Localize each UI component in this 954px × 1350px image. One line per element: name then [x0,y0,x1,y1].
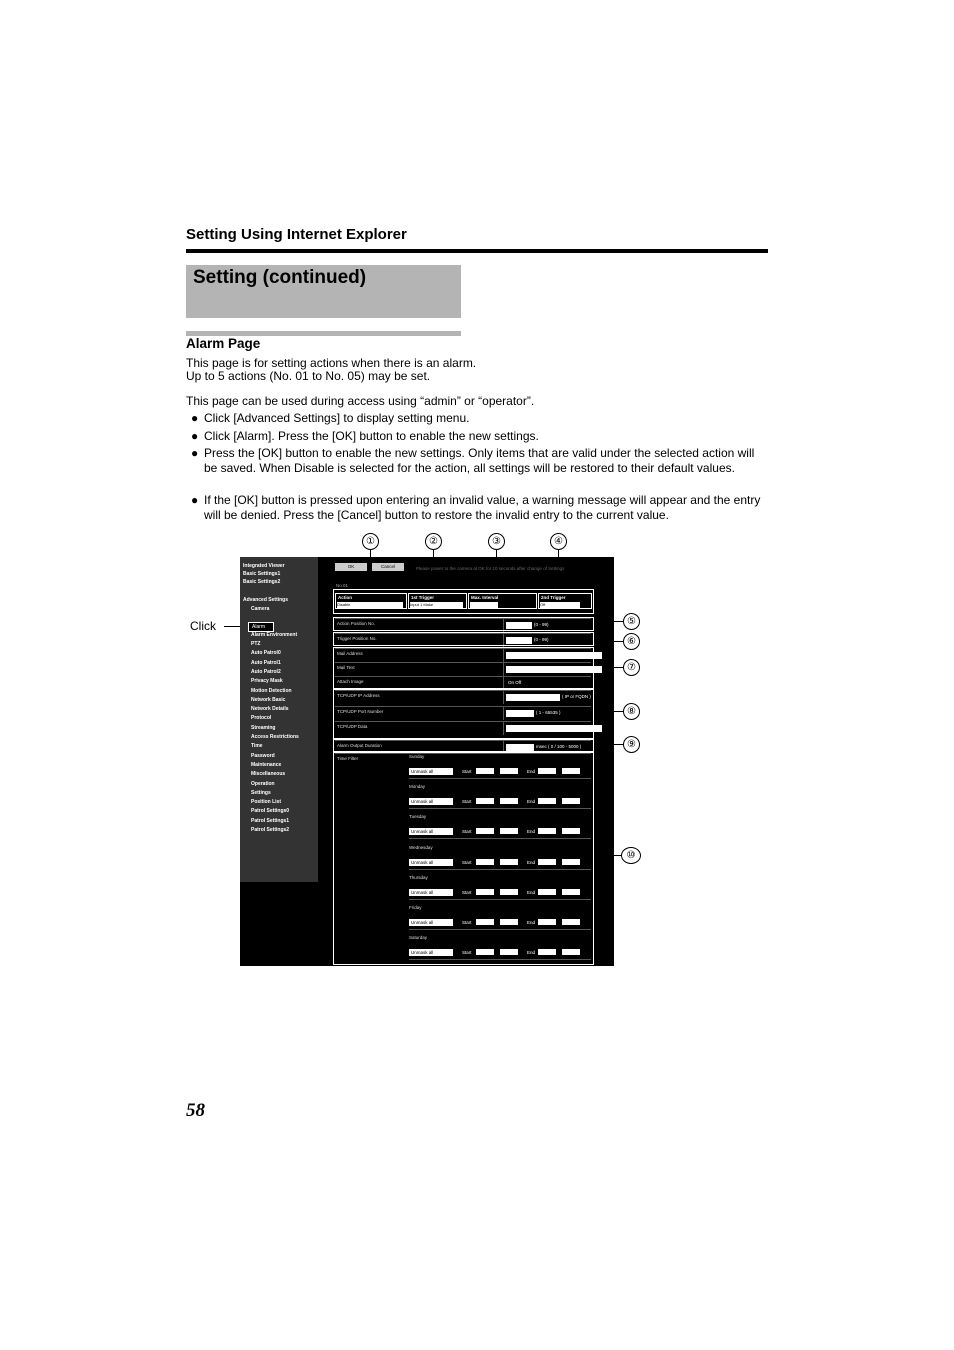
box-5 [333,617,594,631]
nav-item[interactable]: Auto Patrol2 [251,669,281,675]
header-select[interactable]: Off [540,602,580,607]
nav-item[interactable]: Patrol Settings0 [251,808,289,814]
nav-alarm-environment[interactable]: Alarm Environment [251,632,297,638]
header-rule [186,249,768,253]
click-label: Click [190,619,216,633]
nav-basic-settings2[interactable]: Basic Settings2 [243,579,280,585]
nav-item[interactable]: Access Restrictions [251,734,299,740]
nav-item[interactable]: PTZ [251,641,260,647]
header-select[interactable]: Disable [337,602,403,607]
box-8 [333,689,594,739]
callout-2: ② [425,533,442,550]
intro-line-1: This page is for setting actions when th… [186,356,477,370]
nav-integrated-viewer[interactable]: Integrated Viewer [243,563,285,569]
cancel-button[interactable]: Cancel [372,563,404,571]
nav-item[interactable]: Maintenance [251,762,281,768]
title-box: Setting (continued) [186,265,461,318]
callout-1: ① [362,533,379,550]
callout-7: ⑦ [623,659,640,676]
nav-item[interactable]: Miscellaneous [251,771,285,777]
nav-item[interactable]: Privacy Mask [251,678,283,684]
callout-4: ④ [550,533,567,550]
nav-basic-settings1[interactable]: Basic Settings1 [243,571,280,577]
page-title: Setting (continued) [193,267,367,288]
nav-camera[interactable]: Camera [251,606,269,612]
access-note: This page can be used during access usin… [186,394,535,408]
page-number: 58 [186,1100,205,1121]
box-10 [333,752,594,965]
sidebar: Integrated Viewer Basic Settings1 Basic … [240,557,318,882]
box-9 [333,739,594,752]
nav-item[interactable]: Position List [251,799,281,805]
nav-item[interactable]: Network Details [251,706,289,712]
section-header: Setting Using Internet Explorer [186,226,407,243]
nav-item[interactable]: Auto Patrol1 [251,660,281,666]
nav-item[interactable]: Patrol Settings2 [251,827,289,833]
header-select[interactable] [470,602,498,607]
nav-item[interactable]: Time [251,743,263,749]
nav-item[interactable]: Auto Patrol0 [251,650,281,656]
nav-item[interactable]: Motion Detection [251,688,292,694]
callout-5: ⑤ [623,613,640,630]
nav-item[interactable]: Operation [251,781,275,787]
nav-item[interactable]: Network Basic [251,697,285,703]
nav-item[interactable]: Password [251,753,275,759]
callout-10: ⑩ [621,847,641,864]
nav-alarm[interactable]: Alarm [248,622,274,632]
box-6 [333,632,594,646]
nav-advanced-settings[interactable]: Advanced Settings [243,597,288,603]
nav-item[interactable]: Patrol Settings1 [251,818,289,824]
callout-9: ⑨ [623,736,640,753]
action-number: No.01 [336,583,349,588]
subheading: Alarm Page [186,336,261,351]
nav-item[interactable]: Streaming [251,725,275,731]
nav-item[interactable]: Protocol [251,715,271,721]
callout-3: ③ [488,533,505,550]
callout-6: ⑥ [623,633,640,650]
box-7 [333,647,594,689]
notice-text: Please power to the camera at OK for 10 … [416,566,565,571]
ok-button[interactable]: OK [335,563,367,571]
nav-item[interactable]: Settings [251,790,271,796]
intro-line-2: Up to 5 actions (No. 01 to No. 05) may b… [186,369,431,383]
callout-8: ⑧ [623,703,640,720]
header-select[interactable]: Input 1 Make [410,602,463,607]
alarm-page-screenshot: Integrated Viewer Basic Settings1 Basic … [240,557,614,966]
